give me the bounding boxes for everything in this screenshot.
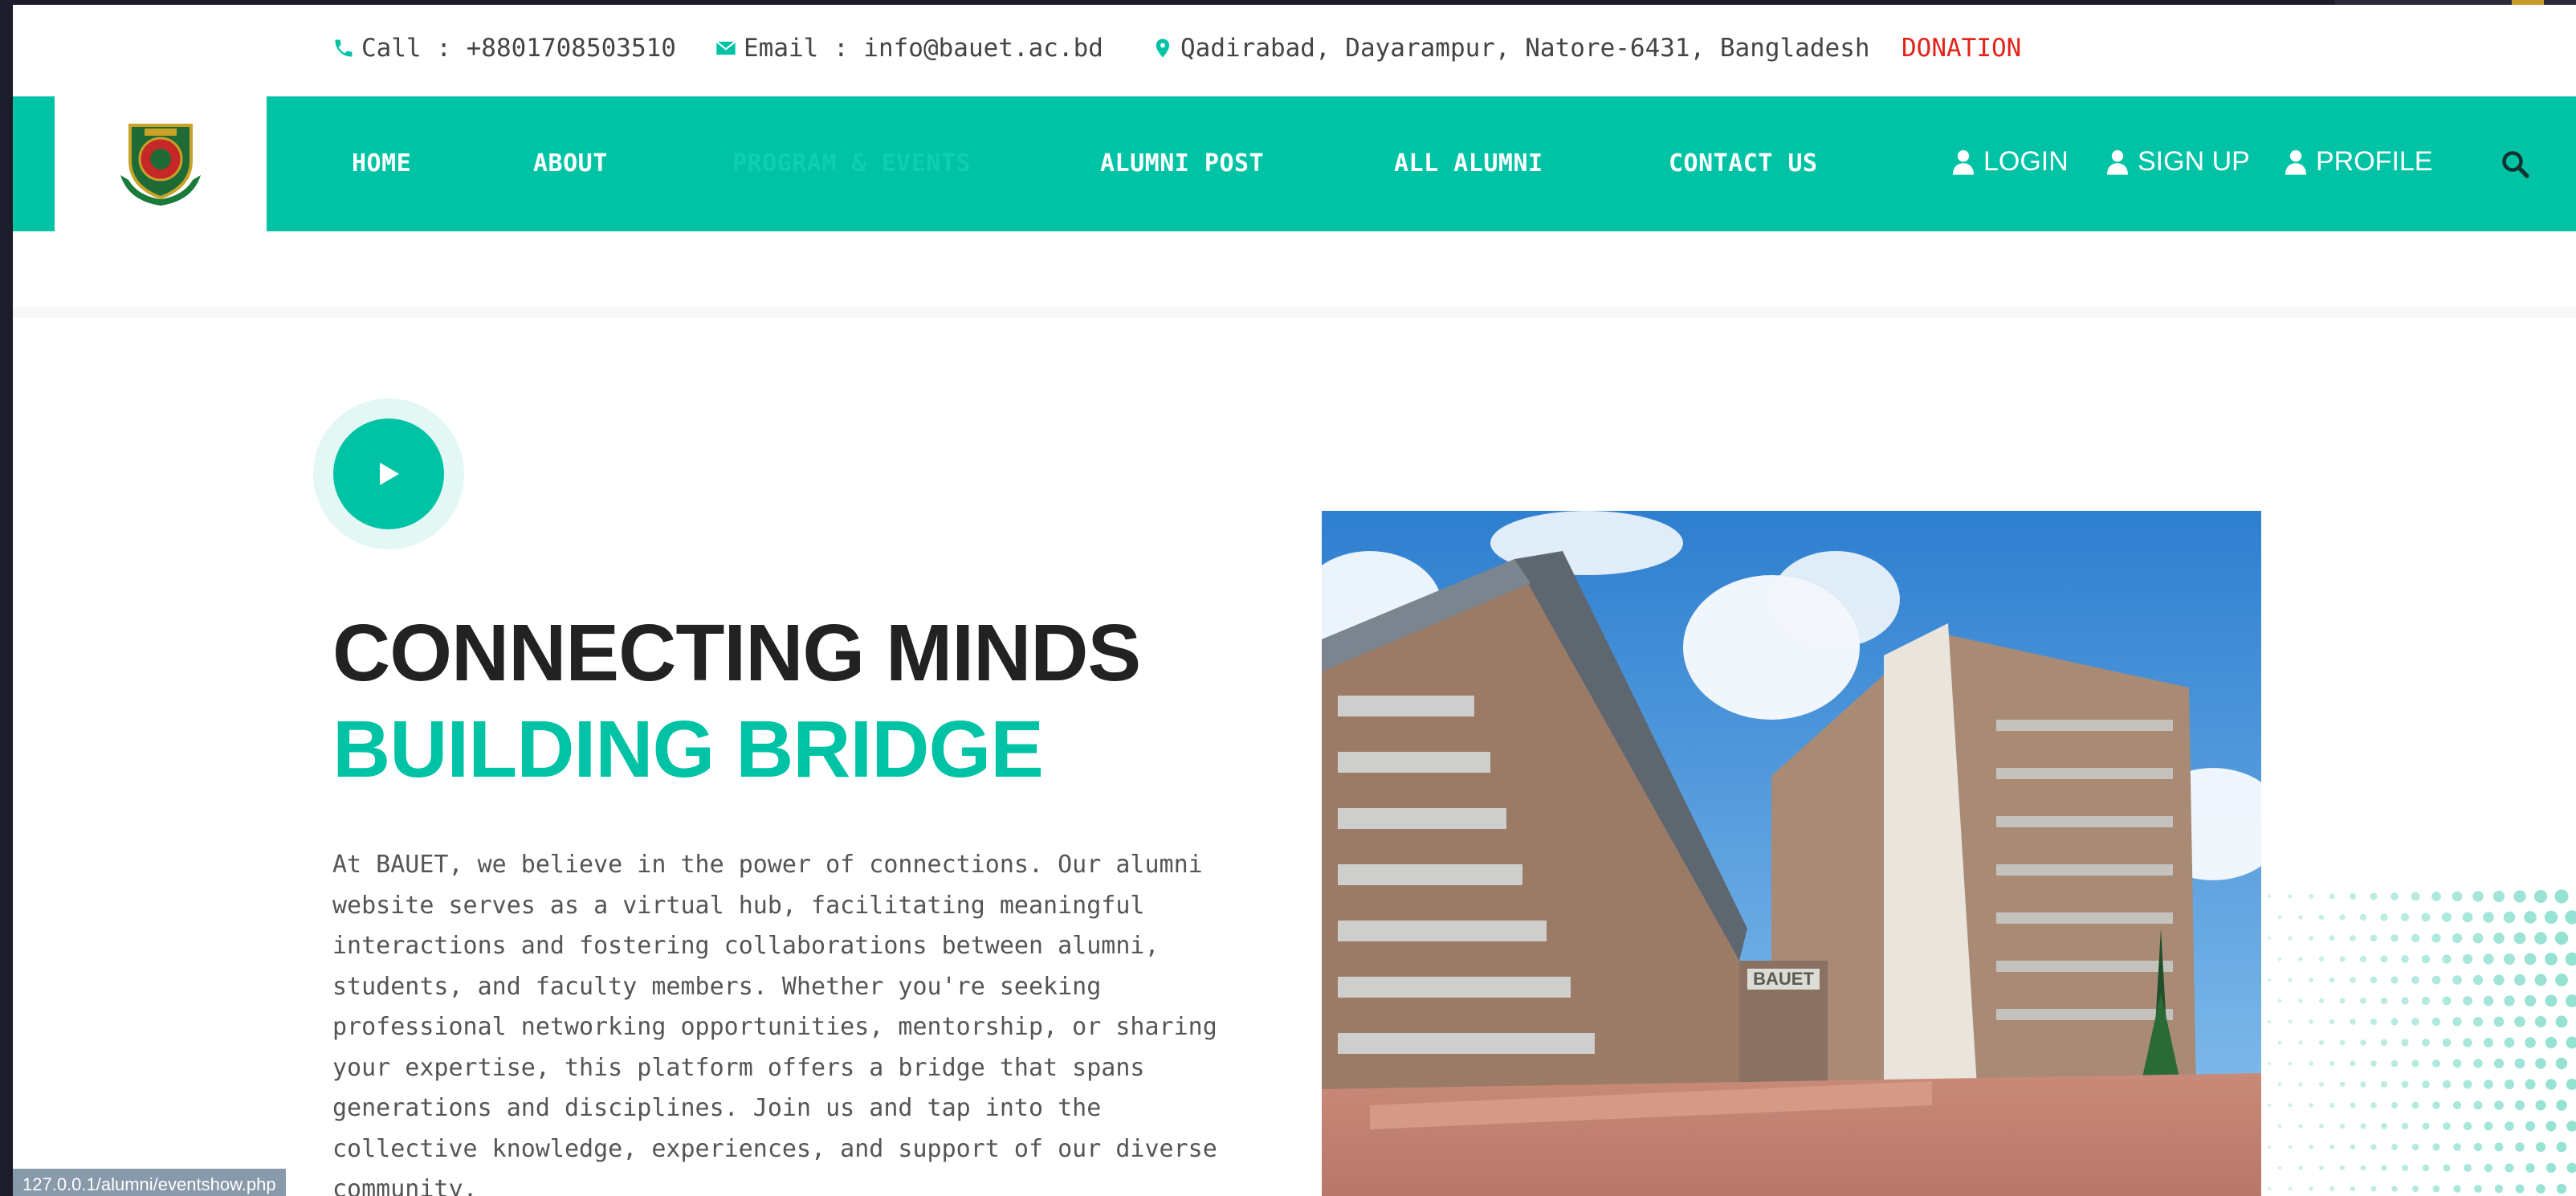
call-text: Call : +8801708503510 [361, 34, 676, 63]
email-text: Email : info@bauet.ac.bd [744, 34, 1103, 63]
corner-decoration [2335, 0, 2576, 5]
donation-text: DONATION [1901, 34, 2022, 63]
section-divider [13, 307, 2576, 318]
address-info: Qadirabad, Dayarampur, Natore-6431, Bang… [1151, 34, 1870, 63]
envelope-icon [715, 41, 736, 55]
intro-line: community. [332, 1175, 478, 1196]
user-icon [2285, 149, 2306, 175]
address-text: Qadirabad, Dayarampur, Natore-6431, Bang… [1180, 34, 1870, 63]
intro-line: generations and disciplines. Join us and… [332, 1094, 1102, 1122]
user-icon [2107, 149, 2128, 175]
nav-all-alumni[interactable]: ALL ALUMNI [1394, 149, 1543, 178]
call-info[interactable]: Call : +8801708503510 [332, 34, 676, 63]
nav-login[interactable]: LOGIN [1953, 146, 2069, 178]
login-label: LOGIN [1983, 146, 2069, 177]
top-info-bar: Call : +8801708503510 Email : info@bauet… [13, 5, 2576, 98]
intro-line: website serves as a virtual hub, facilit… [332, 891, 1145, 920]
nav-program-events[interactable]: PROGRAM & EVENTS [732, 149, 971, 178]
email-info[interactable]: Email : info@bauet.ac.bd [715, 34, 1103, 63]
browser-status-url: 127.0.0.1/alumni/eventshow.php [13, 1169, 286, 1196]
nav-signup[interactable]: SIGN UP [2107, 146, 2250, 178]
hero-headline-line-1: CONNECTING MINDS [332, 608, 1141, 698]
signup-label: SIGN UP [2138, 146, 2250, 177]
play-icon [380, 463, 399, 485]
navbar-left-edge [13, 96, 55, 231]
nav-contact-us[interactable]: CONTACT US [1669, 149, 1818, 178]
decorative-dot-pattern [2267, 889, 2576, 1194]
intro-line: professional networking opportunities, m… [332, 1013, 1217, 1041]
campus-building-photo: BAUET [1322, 511, 2261, 1196]
profile-label: PROFILE [2316, 146, 2433, 177]
nav-about[interactable]: ABOUT [533, 149, 608, 178]
logo[interactable] [55, 96, 267, 231]
university-crest-logo [120, 124, 201, 206]
play-video-button[interactable] [313, 398, 464, 549]
nav-profile[interactable]: PROFILE [2285, 146, 2432, 178]
search-icon[interactable] [2501, 149, 2529, 178]
main-navbar: HOME ABOUT PROGRAM & EVENTS ALUMNI POST … [13, 96, 2576, 231]
intro-line: collective knowledge, experiences, and s… [332, 1134, 1217, 1163]
building-sign: BAUET [1753, 969, 1814, 989]
user-icon [1953, 149, 1974, 175]
page: Call : +8801708503510 Email : info@bauet… [13, 5, 2576, 1196]
nav-alumni-post[interactable]: ALUMNI POST [1100, 149, 1264, 178]
intro-line: your expertise, this platform offers a b… [332, 1053, 1145, 1082]
hero-headline-line-2: BUILDING BRIDGE [332, 704, 1044, 794]
intro-line: At BAUET, we believe in the power of con… [332, 851, 1203, 879]
map-marker-icon [1156, 39, 1170, 58]
intro-line: students, and faculty members. Whether y… [332, 972, 1102, 1001]
hero-intro-paragraph: At BAUET, we believe in the power of con… [332, 845, 1264, 1196]
intro-line: interactions and fostering collaboration… [332, 932, 1160, 960]
play-button-core [333, 418, 444, 529]
nav-home[interactable]: HOME [352, 149, 411, 178]
phone-icon [335, 39, 353, 57]
donation-link[interactable]: DONATION [1901, 34, 2021, 63]
